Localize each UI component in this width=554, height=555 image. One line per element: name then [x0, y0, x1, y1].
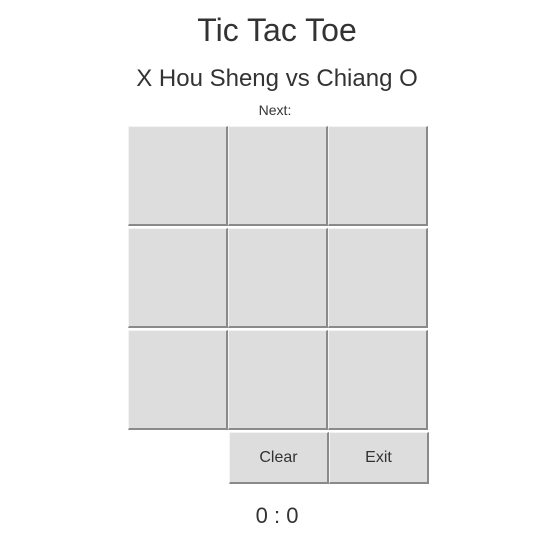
board-cell-5[interactable] [328, 228, 428, 328]
board-cell-2[interactable] [328, 126, 428, 226]
board-cell-4[interactable] [228, 228, 328, 328]
board-cell-0[interactable] [128, 126, 228, 226]
board-cell-1[interactable] [228, 126, 328, 226]
players-matchup: X Hou Sheng vs Chiang O [0, 64, 554, 94]
board-cell-3[interactable] [128, 228, 228, 328]
game-title: Tic Tac Toe [197, 12, 357, 48]
score-o: 0 [286, 503, 299, 528]
player-x-label: X Hou Sheng [136, 65, 280, 92]
next-label: Next: [258, 102, 292, 118]
board-cell-6[interactable] [128, 330, 228, 430]
player-o-label: Chiang O [316, 65, 418, 92]
board-cell-7[interactable] [228, 330, 328, 430]
next-turn-indicator: Next: [0, 101, 554, 119]
score-display: 0 : 0 [0, 502, 554, 530]
exit-button[interactable]: Exit [329, 432, 429, 484]
board-cell-8[interactable] [328, 330, 428, 430]
score-x: 0 [255, 503, 268, 528]
versus-label: vs [285, 65, 310, 92]
clear-button[interactable]: Clear [229, 432, 329, 484]
score-separator: : [273, 503, 281, 528]
game-board [128, 126, 430, 432]
